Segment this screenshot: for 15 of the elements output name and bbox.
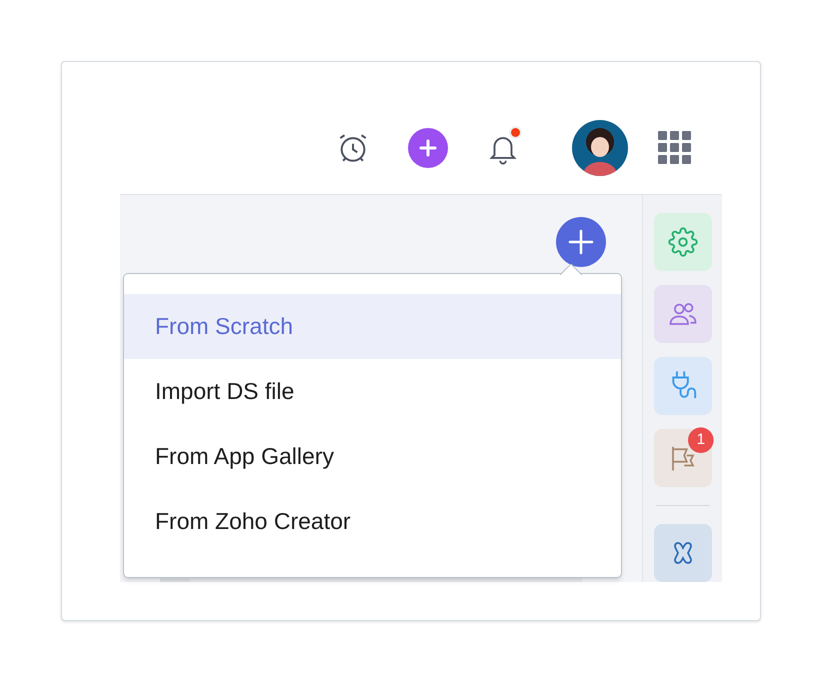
menu-item[interactable]: From App Gallery xyxy=(124,424,621,489)
menu-item[interactable]: Import DS file xyxy=(124,359,621,424)
menu-item[interactable]: From Scratch xyxy=(124,294,621,359)
plus-icon xyxy=(568,229,594,255)
settings-icon xyxy=(668,227,698,257)
menu-item[interactable]: From Zoho Creator xyxy=(124,489,621,554)
plug-button[interactable] xyxy=(654,357,712,415)
settings-button[interactable] xyxy=(654,213,712,271)
app-grid-icon[interactable] xyxy=(658,131,692,165)
add-button[interactable] xyxy=(556,217,606,267)
connector-button[interactable] xyxy=(654,524,712,582)
flag-button[interactable]: 1 xyxy=(654,429,712,487)
add-button[interactable] xyxy=(408,128,448,168)
plus-icon xyxy=(418,138,438,158)
users-button[interactable] xyxy=(654,285,712,343)
